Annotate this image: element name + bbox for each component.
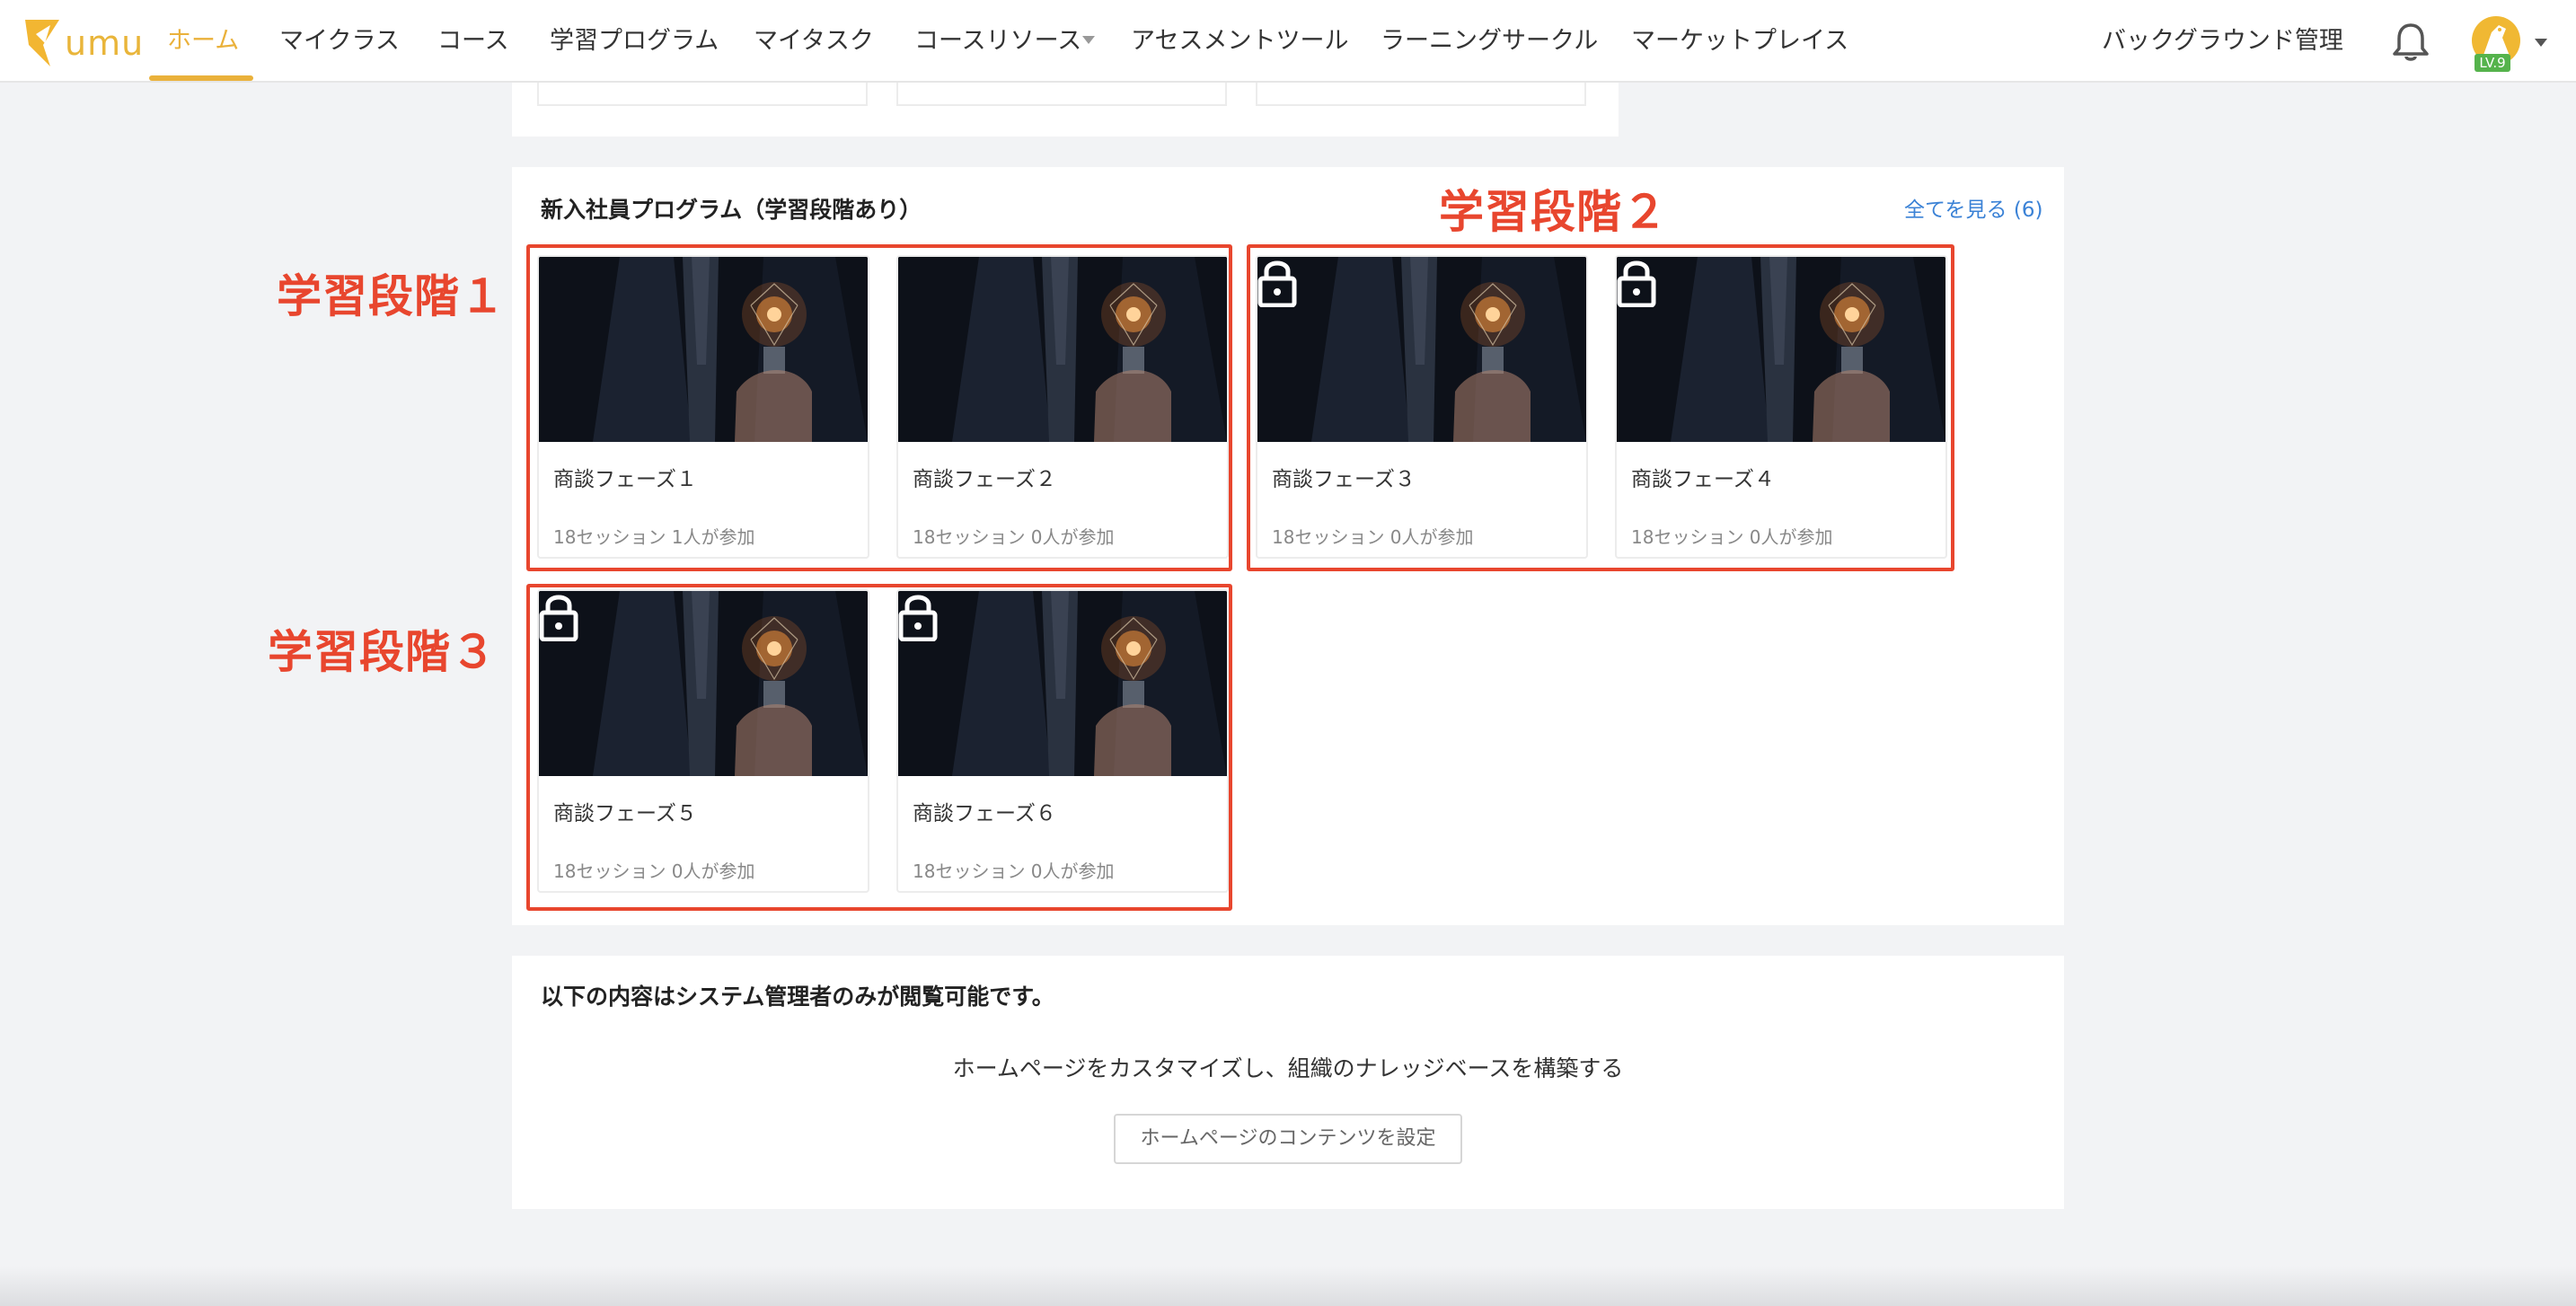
page-bottom-shadow: [0, 1266, 2576, 1306]
configure-homepage-button[interactable]: ホームページのコンテンツを設定: [1114, 1114, 1462, 1164]
admin-notice: 以下の内容はシステム管理者のみが閲覧可能です。: [541, 984, 1054, 1010]
stage-3-highlight: [526, 584, 1232, 911]
nav-my-class[interactable]: マイクラス: [279, 0, 400, 83]
program-title: 新入社員プログラム（学習段階あり）: [541, 197, 922, 223]
logo-text: umu: [65, 23, 145, 63]
nav-my-task[interactable]: マイタスク: [754, 0, 874, 83]
previous-card[interactable]: [537, 83, 868, 106]
top-navigation: umu ホーム マイクラス コース 学習プログラム マイタスク コースリソース …: [0, 0, 2576, 83]
nav-background-admin[interactable]: バックグラウンド管理: [2102, 0, 2343, 83]
umu-logo[interactable]: umu: [23, 18, 143, 68]
admin-description: ホームページをカスタマイズし、組織のナレッジベースを構築する: [952, 1055, 1624, 1081]
stage-1-label: 学習段階１: [277, 270, 506, 322]
nav-active-indicator: [149, 75, 253, 81]
nav-learning-program[interactable]: 学習プログラム: [550, 0, 719, 83]
nav-course[interactable]: コース: [437, 0, 509, 83]
level-badge: LV.9: [2475, 54, 2510, 72]
umu-logo-icon: [25, 20, 59, 66]
stage-2-highlight: [1247, 244, 1954, 571]
nav-course-resources[interactable]: コースリソース: [914, 0, 1081, 83]
nav-home[interactable]: ホーム: [167, 0, 239, 83]
previous-card[interactable]: [1256, 83, 1586, 106]
bell-icon[interactable]: [2391, 22, 2430, 63]
nav-learning-circle[interactable]: ラーニングサークル: [1381, 0, 1598, 83]
stage-1-highlight: [526, 244, 1232, 571]
stage-3-label: 学習段階３: [268, 626, 497, 678]
nav-assessment-tool[interactable]: アセスメントツール: [1131, 0, 1348, 83]
chevron-down-icon[interactable]: [1082, 36, 1095, 44]
view-all-link[interactable]: 全てを見る (6): [1904, 192, 2042, 223]
stage-2-label: 学習段階２: [1439, 186, 1668, 238]
nav-marketplace[interactable]: マーケットプレイス: [1631, 0, 1848, 83]
chevron-down-icon[interactable]: [2535, 39, 2547, 47]
previous-card[interactable]: [896, 83, 1227, 106]
